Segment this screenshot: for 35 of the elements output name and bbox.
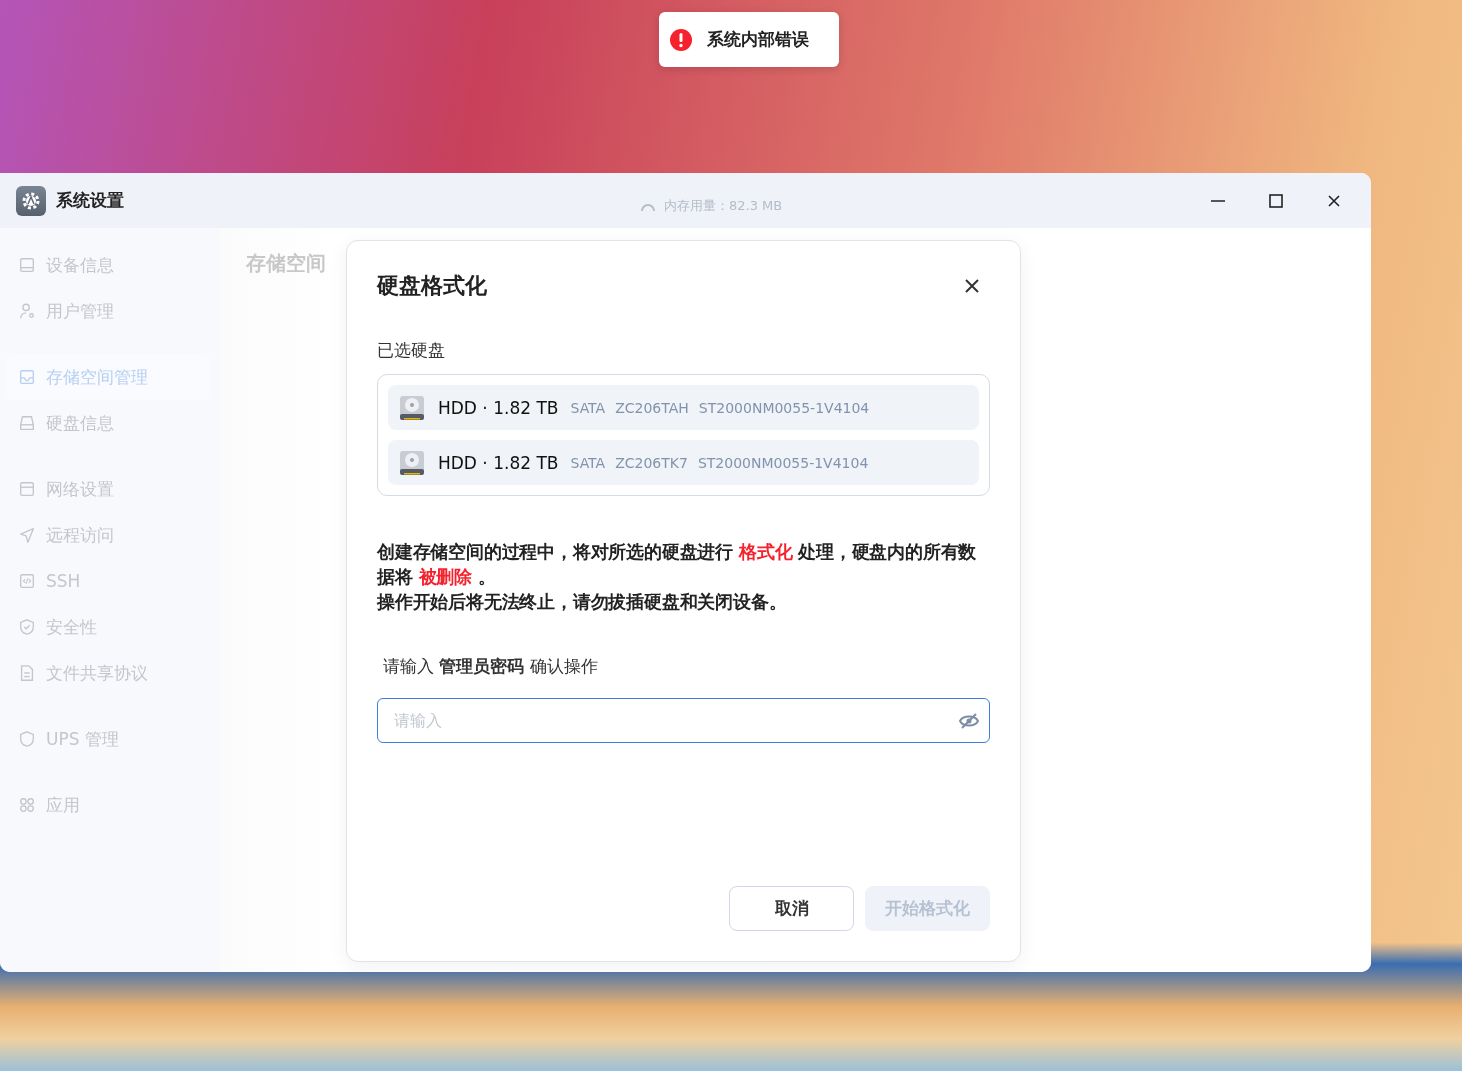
password-prompt: 请输入 管理员密码 确认操作 [382, 655, 599, 678]
warning-text: 创建存储空间的过程中，将对所选的硬盘进行 格式化 处理，硬盘内的所有数据将 被删除 。 [377, 541, 978, 589]
panel-icon [18, 256, 36, 274]
user-gear-icon [18, 302, 36, 320]
maximize-icon[interactable] [1267, 191, 1285, 210]
window-title: 系统设置 [56, 189, 124, 212]
gear-icon [16, 185, 46, 216]
window-icon [18, 480, 36, 498]
disk-name: HDD · 1.82 TB [438, 452, 559, 473]
disk-spec: ZC206TAH [615, 399, 689, 416]
tray-icon [18, 368, 36, 386]
apps-icon [18, 796, 36, 814]
document-icon [18, 664, 36, 682]
send-icon [18, 526, 36, 544]
disk-spec: SATA [570, 454, 606, 471]
disk-spec: ST2000NM0055-1V4104 [697, 454, 869, 471]
code-icon [18, 572, 36, 590]
hard-drive-icon [398, 393, 426, 422]
hard-drive-icon [398, 448, 426, 477]
dialog-title: 硬盘格式化 [377, 272, 487, 300]
cancel-button[interactable]: 取消 [729, 886, 854, 931]
disk-spec: ST2000NM0055-1V4104 [698, 399, 870, 416]
drive-icon [18, 414, 36, 432]
disk-name: HDD · 1.82 TB [438, 397, 559, 418]
disk-spec: ZC206TK7 [615, 454, 688, 471]
toast-message: 系统内部错误 [707, 28, 809, 51]
warning-text: 操作开始后将无法终止，请勿拔插硬盘和关闭设备。 [377, 591, 788, 614]
shield-check-icon [18, 618, 36, 636]
disk-spec: SATA [570, 399, 606, 416]
close-icon[interactable] [963, 277, 981, 295]
shield-icon [18, 730, 36, 748]
password-field[interactable]: 请输入 [377, 698, 990, 743]
section-label: 已选硬盘 [377, 339, 446, 362]
error-icon [669, 27, 693, 52]
eye-off-icon[interactable] [959, 713, 979, 729]
